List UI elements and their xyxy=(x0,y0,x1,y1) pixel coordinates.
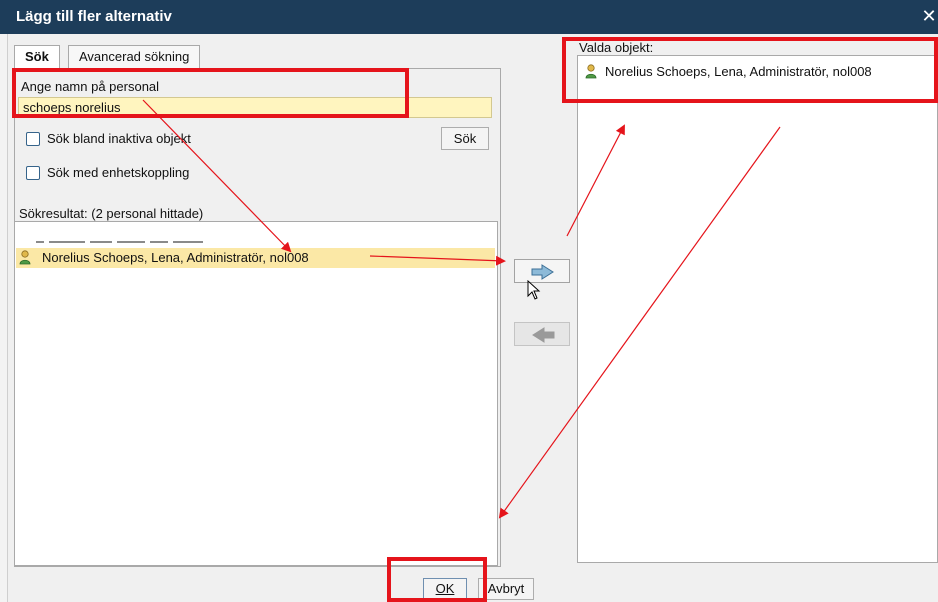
mouse-cursor-icon xyxy=(527,280,541,300)
selected-objects-label: Valda objekt: xyxy=(579,40,654,55)
ok-button-label: OK xyxy=(435,581,455,596)
results-listbox[interactable] xyxy=(14,221,498,566)
results-label: Sökresultat: (2 personal hittade) xyxy=(19,206,204,221)
ok-button[interactable]: OK xyxy=(423,578,467,600)
add-selected-button[interactable] xyxy=(514,259,570,283)
name-search-input[interactable]: schoeps norelius xyxy=(18,97,492,118)
partial-list-item xyxy=(36,241,256,244)
cancel-button[interactable]: Avbryt xyxy=(478,578,534,600)
inactive-objects-label: Sök bland inaktiva objekt xyxy=(47,131,191,146)
unit-link-checkbox[interactable] xyxy=(26,166,40,180)
search-button[interactable]: Sök xyxy=(441,127,489,150)
name-field-label: Ange namn på personal xyxy=(21,79,160,94)
arrow-left-icon xyxy=(532,327,555,343)
selected-object-text[interactable]: Norelius Schoeps, Lena, Administratör, n… xyxy=(605,64,872,79)
tab-sok[interactable]: Sök xyxy=(14,45,60,70)
person-icon xyxy=(19,250,31,265)
selected-objects-listbox[interactable] xyxy=(577,55,938,563)
inactive-objects-checkbox[interactable] xyxy=(26,132,40,146)
tab-avancerad-sokning[interactable]: Avancerad sökning xyxy=(68,45,201,69)
result-row-text: Norelius Schoeps, Lena, Administratör, n… xyxy=(42,250,309,265)
person-icon xyxy=(585,64,597,79)
background-window-edge xyxy=(0,34,8,602)
unit-link-label: Sök med enhetskoppling xyxy=(47,165,190,180)
close-icon[interactable]: ✕ xyxy=(920,6,938,26)
arrow-right-icon xyxy=(531,264,554,280)
dialog-title: Lägg till fler alternativ xyxy=(16,8,172,25)
remove-selected-button[interactable] xyxy=(514,322,570,346)
